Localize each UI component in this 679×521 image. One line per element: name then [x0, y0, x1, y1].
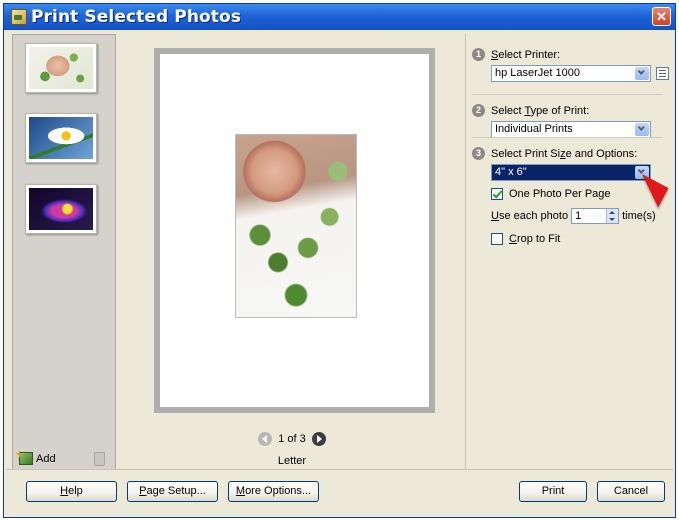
close-button[interactable]: ✕	[652, 7, 671, 26]
print-dialog-window: Print Selected Photos ✕ Add 1 of 3	[3, 3, 676, 518]
copies-value: 1	[575, 210, 582, 222]
next-page-icon[interactable]	[311, 432, 326, 446]
dialog-body: Add 1 of 3 Letter 1 Select Printer:	[6, 30, 673, 515]
chevron-down-icon[interactable]	[635, 123, 649, 136]
paper-size-label: Letter	[277, 455, 307, 467]
close-icon: ✕	[656, 9, 667, 24]
trash-icon[interactable]	[94, 452, 105, 466]
add-photo-button[interactable]: Add	[16, 447, 56, 465]
times-suffix: time(s)	[622, 210, 656, 222]
checkbox-label: Crop to Fit	[509, 233, 561, 245]
copies-stepper[interactable]: 1	[571, 208, 620, 224]
add-photo-icon	[16, 447, 33, 465]
window-title: Print Selected Photos	[31, 7, 242, 27]
print-size-select[interactable]: 4" x 6"	[491, 164, 651, 181]
printer-select-value: hp LaserJet 1000	[495, 67, 581, 79]
use-each-label: Use each photo	[491, 210, 569, 222]
photo-thumbnail-flower[interactable]	[25, 184, 97, 234]
photo-thumbnail-daisy[interactable]	[25, 113, 97, 163]
printer-select[interactable]: hp LaserJet 1000	[491, 65, 651, 82]
button-bar: Help Page Setup... More Options... Print…	[6, 469, 673, 515]
step-number-icon: 1	[472, 48, 485, 61]
previous-page-icon[interactable]	[258, 432, 273, 446]
one-photo-per-page-checkbox[interactable]	[491, 188, 503, 200]
page-navigator: 1 of 3	[119, 432, 465, 446]
print-button[interactable]: Print	[519, 481, 587, 502]
step-label: Select Printer:	[491, 48, 561, 61]
use-each-photo-row: Use each photo 1 time(s)	[491, 208, 656, 224]
photo-tray: Add	[12, 34, 116, 472]
print-size-value: 4" x 6"	[495, 166, 527, 178]
one-photo-per-page-option[interactable]: One Photo Per Page	[491, 188, 611, 200]
more-options-button[interactable]: More Options...	[228, 481, 319, 502]
step-type-of-print: 2 Select Type of Print:	[472, 104, 589, 117]
print-preview: 1 of 3 Letter	[119, 34, 465, 472]
cancel-button[interactable]: Cancel	[597, 481, 665, 502]
print-type-select[interactable]: Individual Prints	[491, 121, 651, 138]
page-setup-button[interactable]: Page Setup...	[127, 481, 218, 502]
print-type-value: Individual Prints	[495, 123, 573, 135]
thumbnail-image	[29, 117, 93, 159]
thumbnail-image	[29, 188, 93, 230]
title-bar[interactable]: Print Selected Photos ✕	[4, 4, 675, 30]
step-number-icon: 3	[472, 147, 485, 160]
printer-properties-icon[interactable]	[656, 67, 669, 80]
stepper-arrows-icon[interactable]	[606, 209, 619, 223]
step-label: Select Type of Print:	[491, 104, 590, 117]
crop-to-fit-option[interactable]: Crop to Fit	[491, 233, 560, 245]
step-select-printer: 1 Select Printer:	[472, 48, 560, 61]
divider	[472, 94, 663, 95]
add-label: Add	[36, 452, 56, 465]
chevron-down-icon[interactable]	[635, 67, 649, 80]
photo-app-icon	[11, 9, 27, 25]
help-button[interactable]: Help	[26, 481, 117, 502]
step-number-icon: 2	[472, 104, 485, 117]
thumbnail-image	[29, 47, 93, 89]
paper-page	[160, 54, 429, 407]
preview-photo	[235, 134, 357, 318]
divider	[472, 137, 663, 138]
options-panel: 1 Select Printer: hp LaserJet 1000 2 Sel…	[465, 34, 671, 472]
step-print-size: 3 Select Print Size and Options:	[472, 147, 637, 160]
photo-thumbnail-portrait[interactable]	[25, 43, 97, 93]
checkbox-label: One Photo Per Page	[509, 188, 611, 200]
step-label: Select Print Size and Options:	[491, 147, 638, 160]
paper-frame	[154, 48, 435, 413]
page-indicator: 1 of 3	[278, 433, 306, 445]
crop-to-fit-checkbox[interactable]	[491, 233, 503, 245]
